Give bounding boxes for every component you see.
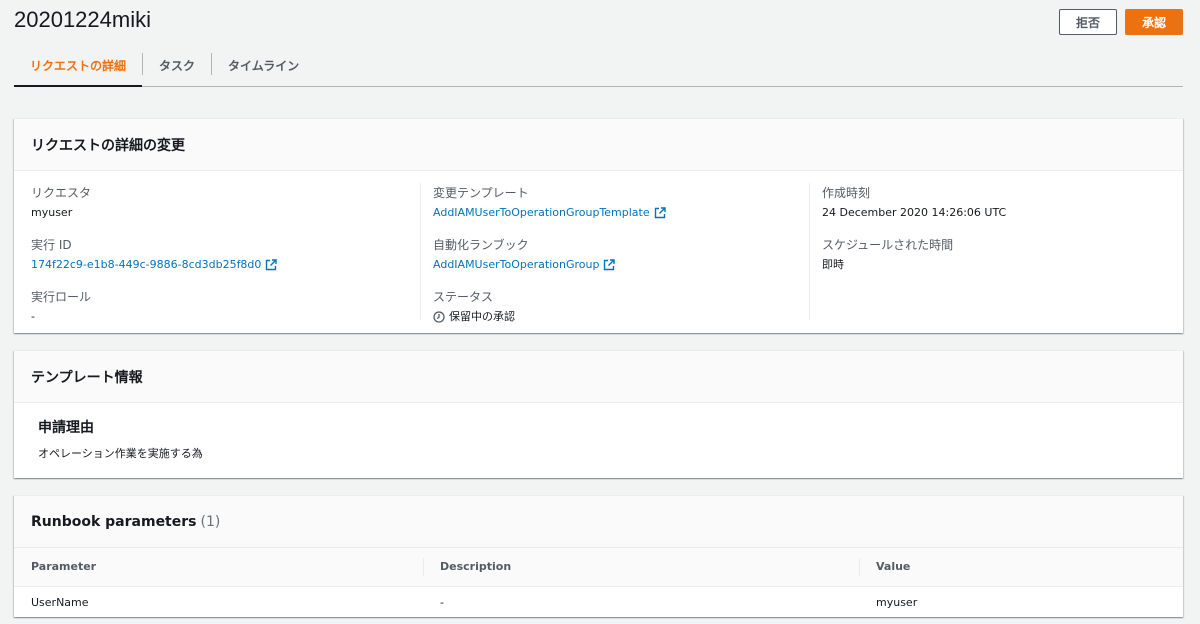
reason-title: 申請理由 [38,420,94,436]
runbook-label: 自動化ランブック [433,238,529,252]
tab-request-details[interactable]: リクエストの詳細 [14,44,143,87]
runbook-parameters-title: Runbook parameters [31,513,197,530]
page-header: 20201224miki 拒否 承認 [14,6,1183,36]
cell-value: myuser [876,595,918,609]
execution-role-field: 実行ロール - [31,289,411,339]
tab-tasks[interactable]: タスク [143,44,211,86]
details-column-1: リクエスタ myuser 実行 ID 174f22c9-e1b8-449c-98… [31,183,411,323]
page-title: 20201224miki [14,7,151,32]
column-header-value[interactable]: Value [859,548,1183,587]
request-details-header: リクエストの詳細の変更 [14,119,1183,171]
status-field: ステータス 保留中の承認 [433,289,813,339]
table-row: UserName - myuser [14,586,1183,618]
column-header-parameter[interactable]: Parameter [14,548,423,587]
template-info-panel: テンプレート情報 申請理由 オペレーション作業を実施する為 [14,350,1183,478]
external-link-icon[interactable] [265,259,278,271]
table-header-row: Parameter Description Value [14,548,1183,587]
external-link-icon[interactable] [603,259,616,271]
page: 20201224miki 拒否 承認 リクエストの詳細 タスク タイムライン リ… [0,0,1200,624]
requester-value: myuser [31,206,73,219]
external-link-icon[interactable] [654,207,666,219]
cell-parameter: UserName [31,595,89,609]
requester-label: リクエスタ [31,186,92,200]
request-details-panel: リクエストの詳細の変更 リクエスタ myuser 実行 ID 174f22c9-… [14,118,1183,333]
change-template-row: AddIAMUserToOperationGroupTemplate [433,205,813,221]
column-header-description[interactable]: Description [423,548,859,587]
status-label: ステータス [433,290,494,304]
runbook-parameters-table: Parameter Description Value UserName - m… [14,548,1183,618]
change-template-label: 変更テンプレート [433,186,529,200]
status-row: 保留中の承認 [433,309,813,325]
runbook-parameters-header: Runbook parameters (1) [14,496,1183,548]
tab-timeline[interactable]: タイムライン [212,44,315,86]
runbook-parameters-panel: Runbook parameters (1) Parameter Descrip… [14,495,1183,617]
details-grid: リクエスタ myuser 実行 ID 174f22c9-e1b8-449c-98… [14,171,1183,334]
approve-button[interactable]: 承認 [1124,9,1183,35]
reject-button[interactable]: 拒否 [1058,9,1117,35]
execution-role-value: - [31,310,35,323]
reason-text: オペレーション作業を実施する為 [38,447,203,460]
runbook-link[interactable]: AddIAMUserToOperationGroup [433,257,599,273]
clock-icon [433,311,445,323]
created-field: 作成時刻 24 December 2020 14:26:06 UTC [822,185,1192,235]
execution-role-label: 実行ロール [31,290,92,304]
template-info-body: 申請理由 オペレーション作業を実施する為 [14,403,1183,477]
execution-id-row: 174f22c9-e1b8-449c-9886-8cd3db25f8d0 [31,257,411,273]
runbook-parameters-count: (1) [200,513,221,530]
status-value: 保留中の承認 [449,310,515,323]
scheduled-field: スケジュールされた時間 即時 [822,237,1192,287]
runbook-field: 自動化ランブック AddIAMUserToOperationGroup [433,237,813,287]
cell-description: - [440,595,444,609]
execution-id-field: 実行 ID 174f22c9-e1b8-449c-9886-8cd3db25f8… [31,237,411,287]
scheduled-value: 即時 [822,258,844,271]
header-actions: 拒否 承認 [1058,9,1183,35]
created-value: 24 December 2020 14:26:06 UTC [822,206,1007,219]
change-template-link[interactable]: AddIAMUserToOperationGroupTemplate [433,205,650,221]
scheduled-label: スケジュールされた時間 [822,238,954,252]
runbook-row: AddIAMUserToOperationGroup [433,257,813,273]
change-template-field: 変更テンプレート AddIAMUserToOperationGroupTempl… [433,185,813,235]
execution-id-label: 実行 ID [31,238,72,252]
execution-id-link[interactable]: 174f22c9-e1b8-449c-9886-8cd3db25f8d0 [31,257,261,273]
requester-field: リクエスタ myuser [31,185,411,235]
details-column-2: 変更テンプレート AddIAMUserToOperationGroupTempl… [420,183,800,323]
template-info-header: テンプレート情報 [14,351,1183,403]
created-label: 作成時刻 [822,186,871,200]
tab-bar: リクエストの詳細 タスク タイムライン [14,44,1183,87]
details-column-3: 作成時刻 24 December 2020 14:26:06 UTC スケジュー… [809,183,1179,320]
